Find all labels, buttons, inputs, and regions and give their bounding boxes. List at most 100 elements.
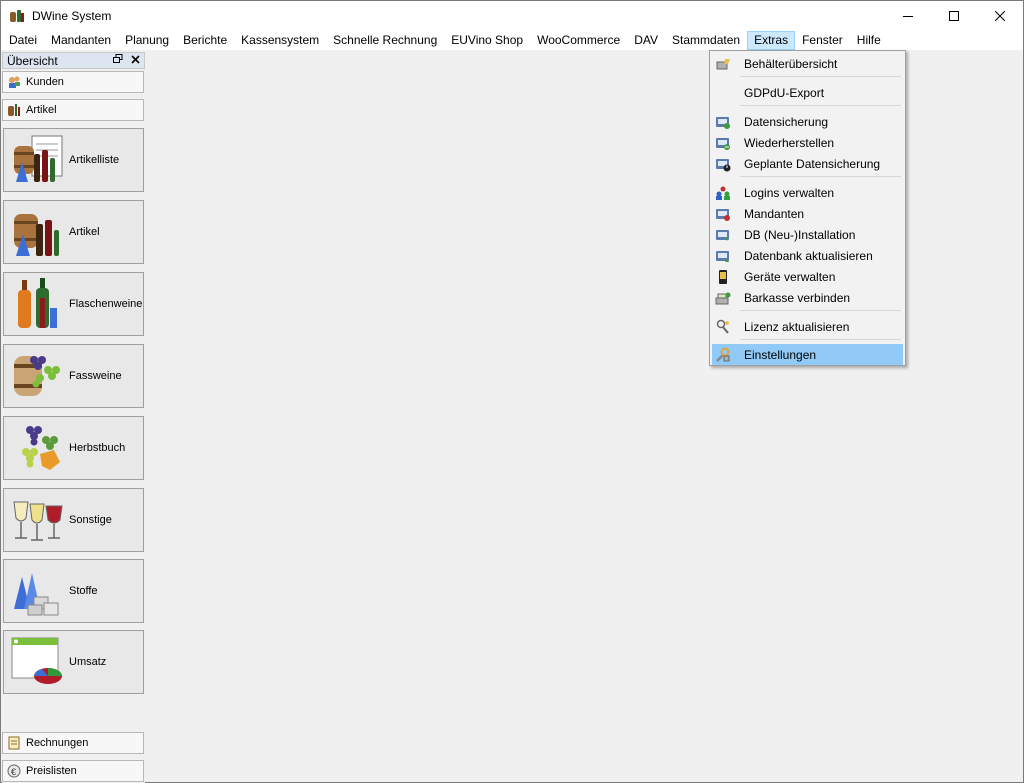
- overview-panel-header: Übersicht: [2, 52, 145, 69]
- tile-flaschenweine[interactable]: Flaschenweine: [3, 272, 144, 336]
- close-icon: [131, 54, 140, 64]
- menu-dav[interactable]: DAV: [627, 31, 665, 50]
- menu-item-datensicherung[interactable]: Datensicherung: [712, 111, 903, 132]
- menu-separator: [740, 76, 901, 77]
- tile-label: Artikel: [69, 226, 100, 238]
- tile-label: Umsatz: [69, 656, 107, 668]
- menu-item-gdpdu-export[interactable]: GDPdU-Export: [712, 82, 903, 103]
- menu-woocommerce[interactable]: WooCommerce: [530, 31, 627, 50]
- menu-separator: [740, 310, 901, 311]
- close-button[interactable]: [977, 1, 1023, 31]
- articles-icon: [7, 103, 21, 117]
- menu-item-label: Datenbank aktualisieren: [744, 248, 873, 263]
- menu-kassensystem[interactable]: Kassensystem: [234, 31, 326, 50]
- menu-hilfe[interactable]: Hilfe: [850, 31, 888, 50]
- svg-text:€: €: [11, 767, 16, 777]
- clients-icon: [715, 206, 731, 222]
- menu-item-barkasse-verbinden[interactable]: Barkasse verbinden: [712, 287, 903, 308]
- menu-item-einstellungen[interactable]: Einstellungen: [712, 344, 903, 365]
- materials-icon: [10, 563, 66, 619]
- menu-item-behaelteruebersicht[interactable]: Behälterübersicht: [712, 53, 903, 74]
- tile-artikelliste[interactable]: Artikelliste: [3, 128, 144, 192]
- sidebar-tab-label: Artikel: [26, 104, 57, 116]
- article-list-icon: [10, 132, 66, 188]
- container-overview-icon: [715, 56, 731, 72]
- sidebar-tab-artikel[interactable]: Artikel: [2, 99, 144, 121]
- harvest-book-icon: [10, 420, 66, 476]
- scheduled-backup-icon: [715, 156, 731, 172]
- menu-planung[interactable]: Planung: [118, 31, 176, 50]
- menu-item-db-installation[interactable]: DB (Neu-)Installation: [712, 224, 903, 245]
- sidebar-tab-preislisten[interactable]: € Preislisten: [2, 760, 144, 782]
- menu-item-label: Geräte verwalten: [744, 269, 836, 284]
- close-panel-icon[interactable]: [131, 54, 140, 67]
- settings-icon: [715, 347, 731, 363]
- menu-item-label: Mandanten: [744, 206, 805, 221]
- extras-menu: Behälterübersicht GDPdU-Export Datensich…: [709, 50, 906, 366]
- menu-extras[interactable]: Extras: [747, 31, 796, 50]
- tile-label: Flaschenweine: [69, 298, 143, 310]
- bottled-wine-icon: [10, 276, 66, 332]
- menu-schnelle-rechnung[interactable]: Schnelle Rechnung: [326, 31, 444, 50]
- sidebar-tab-rechnungen[interactable]: Rechnungen: [2, 732, 144, 754]
- invoices-icon: [7, 736, 21, 750]
- menu-item-label: Wiederherstellen: [744, 135, 835, 150]
- menu-item-geplante-datensicherung[interactable]: Geplante Datensicherung: [712, 153, 903, 174]
- restore-backup-icon: [715, 135, 731, 151]
- menu-item-geraete-verwalten[interactable]: Geräte verwalten: [712, 266, 903, 287]
- menu-separator: [740, 176, 901, 177]
- tile-sonstige[interactable]: Sonstige: [3, 488, 144, 552]
- backup-icon: [715, 114, 731, 130]
- tile-label: Herbstbuch: [69, 442, 126, 454]
- menu-item-label: Barkasse verbinden: [744, 290, 851, 305]
- overview-panel-title: Übersicht: [7, 53, 58, 68]
- article-icon: [10, 204, 66, 260]
- price-list-icon: €: [7, 764, 21, 778]
- menu-item-label: Einstellungen: [744, 347, 817, 362]
- menu-bar: Datei Mandanten Planung Berichte Kassens…: [1, 31, 1023, 50]
- menu-item-datenbank-aktualisieren[interactable]: Datenbank aktualisieren: [712, 245, 903, 266]
- tile-label: Stoffe: [69, 585, 98, 597]
- menu-euvino-shop[interactable]: EUVino Shop: [444, 31, 530, 50]
- minimize-button[interactable]: [885, 1, 931, 31]
- users-icon: [715, 185, 731, 201]
- menu-stammdaten[interactable]: Stammdaten: [665, 31, 747, 50]
- barrel-wine-icon: [10, 348, 66, 404]
- sidebar-tab-label: Rechnungen: [26, 737, 89, 749]
- menu-item-label: Lizenz aktualisieren: [744, 319, 850, 334]
- menu-fenster[interactable]: Fenster: [795, 31, 850, 50]
- window-controls: [885, 1, 1023, 31]
- menu-item-logins-verwalten[interactable]: Logins verwalten: [712, 182, 903, 203]
- menu-berichte[interactable]: Berichte: [176, 31, 234, 50]
- app-icon: [10, 9, 24, 23]
- tile-fassweine[interactable]: Fassweine: [3, 344, 144, 408]
- menu-separator: [740, 339, 901, 340]
- menu-mandanten[interactable]: Mandanten: [44, 31, 118, 50]
- tile-stoffe[interactable]: Stoffe: [3, 559, 144, 623]
- license-icon: [715, 319, 731, 335]
- tile-label: Artikelliste: [69, 154, 120, 166]
- tile-herbstbuch[interactable]: Herbstbuch: [3, 416, 144, 480]
- window-title: DWine System: [32, 9, 112, 23]
- title-bar: DWine System: [1, 1, 1023, 31]
- sales-chart-icon: [10, 634, 66, 690]
- cash-register-icon: [715, 290, 731, 306]
- tile-umsatz[interactable]: Umsatz: [3, 630, 144, 694]
- menu-datei[interactable]: Datei: [1, 31, 44, 50]
- minimize-icon: [903, 16, 913, 17]
- menu-item-wiederherstellen[interactable]: Wiederherstellen: [712, 132, 903, 153]
- sidebar-tab-label: Kunden: [26, 76, 64, 88]
- maximize-button[interactable]: [931, 1, 977, 31]
- menu-item-mandanten[interactable]: Mandanten: [712, 203, 903, 224]
- float-panel-icon[interactable]: [113, 54, 123, 67]
- menu-item-label: Datensicherung: [744, 114, 829, 129]
- app-window: DWine System Datei Mandanten Planung Ber…: [0, 0, 1024, 783]
- menu-item-label: DB (Neu-)Installation: [744, 227, 856, 242]
- menu-item-label: Logins verwalten: [744, 185, 835, 200]
- menu-item-lizenz-aktualisieren[interactable]: Lizenz aktualisieren: [712, 316, 903, 337]
- menu-item-label: Behälterübersicht: [744, 56, 838, 71]
- database-update-icon: [715, 248, 731, 264]
- maximize-icon: [949, 11, 959, 21]
- sidebar-tab-kunden[interactable]: Kunden: [2, 71, 144, 93]
- tile-artikel[interactable]: Artikel: [3, 200, 144, 264]
